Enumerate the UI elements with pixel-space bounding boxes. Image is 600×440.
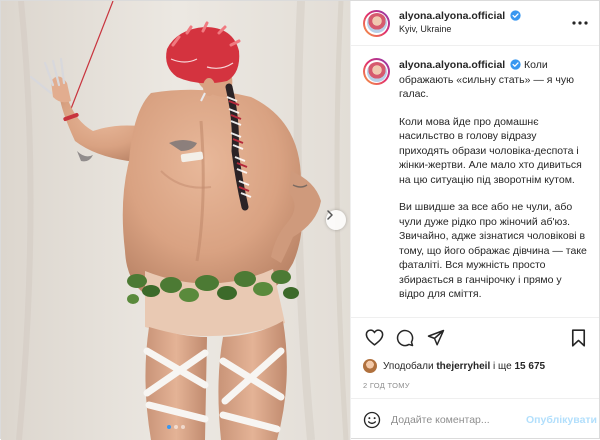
comment-button[interactable] bbox=[394, 327, 416, 349]
post-image bbox=[1, 1, 350, 440]
instagram-post: alyona.alyona.official Kyiv, Ukraine aly… bbox=[0, 0, 600, 440]
chevron-right-icon bbox=[327, 210, 333, 220]
comment-input[interactable] bbox=[391, 413, 526, 426]
carousel-dot bbox=[180, 425, 185, 429]
caption-username-link[interactable]: alyona.alyona.official bbox=[399, 59, 505, 71]
post-actions bbox=[351, 317, 599, 357]
caption-paragraph: Ви швидше за все або не чули, або чули д… bbox=[399, 201, 587, 300]
carousel-dots bbox=[1, 425, 350, 429]
post-timestamp[interactable]: 2 год тому bbox=[351, 375, 599, 398]
post-side-panel: alyona.alyona.official Kyiv, Ukraine aly… bbox=[351, 1, 599, 440]
likes-prefix: Уподобали bbox=[383, 360, 434, 372]
carousel-next-button[interactable] bbox=[326, 210, 346, 230]
share-button[interactable] bbox=[425, 327, 447, 349]
liker-username-link[interactable]: thejerryheil bbox=[436, 361, 490, 372]
like-button[interactable] bbox=[363, 327, 385, 349]
caption-row: alyona.alyona.official Коли ображають «с… bbox=[363, 58, 587, 315]
header-text: alyona.alyona.official Kyiv, Ukraine bbox=[399, 10, 571, 36]
likes-count-link[interactable]: 15 675 bbox=[515, 361, 546, 372]
save-button[interactable] bbox=[567, 327, 589, 349]
username-link[interactable]: alyona.alyona.official bbox=[399, 10, 505, 22]
verified-badge-icon bbox=[510, 59, 521, 70]
location-link[interactable]: Kyiv, Ukraine bbox=[399, 23, 571, 36]
add-comment-form: Опублікувати bbox=[351, 398, 599, 440]
caption-avatar[interactable] bbox=[363, 58, 390, 85]
avatar[interactable] bbox=[363, 9, 390, 37]
caption-paragraph: Коли мова йде про домашнє насильство в г… bbox=[399, 115, 582, 186]
likes-connector: і ще bbox=[493, 360, 512, 372]
more-options-button[interactable] bbox=[571, 14, 589, 32]
heart-icon bbox=[365, 329, 383, 346]
comment-bubble-icon bbox=[396, 329, 414, 346]
publish-button[interactable]: Опублікувати bbox=[526, 414, 597, 426]
caption-area: alyona.alyona.official Коли ображають «с… bbox=[351, 46, 599, 317]
caption-text: alyona.alyona.official Коли ображають «с… bbox=[399, 58, 587, 315]
liker-avatar[interactable] bbox=[363, 359, 377, 373]
bookmark-icon bbox=[571, 328, 585, 347]
emoji-smile-icon bbox=[363, 411, 381, 428]
carousel-dot-active bbox=[166, 425, 171, 429]
verified-badge-icon bbox=[510, 10, 521, 21]
paper-plane-icon bbox=[427, 329, 445, 345]
post-photo[interactable] bbox=[1, 1, 351, 440]
likes-row: Уподобали thejerryheil і ще 15 675 bbox=[351, 357, 599, 375]
carousel-dot bbox=[173, 425, 178, 429]
post-header: alyona.alyona.official Kyiv, Ukraine bbox=[351, 1, 599, 46]
more-options-icon bbox=[572, 21, 588, 25]
emoji-button[interactable] bbox=[363, 410, 381, 430]
